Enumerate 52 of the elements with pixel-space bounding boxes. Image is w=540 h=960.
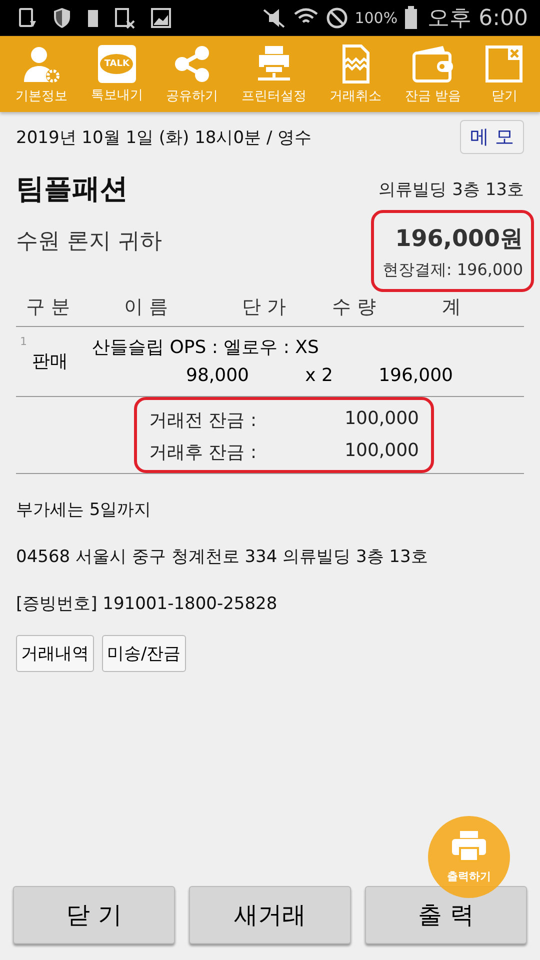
bottom-button[interactable]: 새거래 — [189, 886, 351, 944]
bottom-button[interactable]: 닫 기 — [13, 886, 175, 944]
memo-button[interactable]: 메 모 — [460, 120, 524, 154]
row-number: 1 — [20, 335, 28, 350]
column-header: 구 분 — [25, 295, 72, 320]
talk-badge: TALK — [100, 54, 134, 74]
note-text: [증빙번호] 191001-1800-25828 — [16, 593, 278, 615]
battery-percent: 100% — [354, 9, 398, 27]
note-text: 부가세는 5일까지 — [16, 499, 152, 521]
column-header: 이 름 — [124, 295, 170, 320]
battery-icon — [86, 7, 100, 29]
toolbar-button[interactable]: 기본정보 — [16, 44, 68, 104]
total-amount: 196,000원 — [395, 225, 523, 254]
toolbar-button[interactable]: 공유하기 — [166, 44, 218, 104]
shop-name: 팀플패션 — [16, 171, 128, 207]
blocked-icon — [324, 6, 349, 30]
transaction-datetime: 2019년 10월 1일 (화) 18시0분 / 영수 — [16, 126, 312, 148]
toolbar-button[interactable]: 닫기 — [484, 44, 524, 104]
table-cell-text: x 2 — [304, 365, 333, 386]
column-header: 수 량 — [332, 295, 378, 320]
balance-label: 거래후 잔금 : — [149, 441, 257, 464]
payment-info: 현장결제: 196,000 — [382, 260, 523, 281]
column-header: 단 가 — [242, 295, 288, 320]
item-name: 산들슬립 OPS : 엘로우 : XS — [92, 336, 320, 359]
shop-address: 의류빌딩 3층 13호 — [378, 178, 524, 200]
balance-value: 100,000 — [344, 440, 419, 463]
toolbar-button[interactable]: 프린터설정 — [241, 44, 306, 104]
print-fab[interactable]: 출력하기 — [428, 816, 510, 898]
link-button[interactable]: 미송/잔금 — [102, 635, 186, 672]
image-icon — [150, 7, 172, 29]
balance-label: 거래전 잔금 : — [149, 409, 257, 432]
table-cell-text: 196,000 — [378, 365, 453, 386]
mute-icon — [260, 7, 287, 29]
toolbar-button[interactable]: 거래취소 — [330, 44, 382, 104]
column-header: 계 — [442, 295, 462, 320]
sim-icon — [114, 7, 136, 29]
clock: 오후 6:00 — [428, 5, 528, 33]
bottom-button[interactable]: 출 력 — [365, 886, 527, 944]
printer-icon — [451, 830, 487, 862]
phone-icon — [18, 7, 38, 29]
wallet-icon — [411, 44, 456, 84]
toolbar-button[interactable]: 잔금 받음 — [404, 44, 462, 104]
table-cell-text: 판매 — [32, 350, 69, 374]
note-text: 04568 서울시 중구 청계천로 334 의류빌딩 3층 13호 — [16, 546, 429, 568]
battery-icon — [404, 6, 418, 30]
link-button[interactable]: 거래내역 — [16, 635, 94, 672]
balance-value: 100,000 — [344, 408, 419, 431]
close-window-icon — [484, 44, 524, 84]
table-cell-text: 98,000 — [185, 365, 249, 386]
toolbar-button[interactable]: TALK 톡보내기 — [90, 44, 143, 104]
shield-icon — [52, 7, 72, 29]
customer-name: 수원 론지 귀하 — [16, 228, 162, 256]
